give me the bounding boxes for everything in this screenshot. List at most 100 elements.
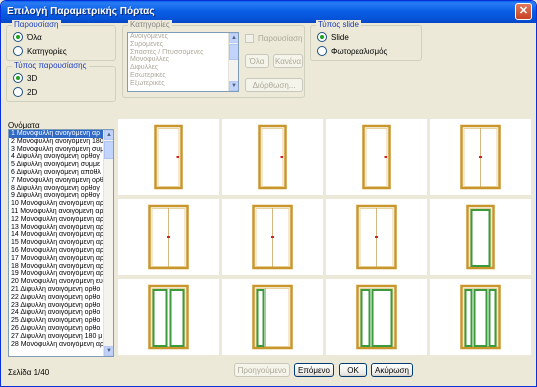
names-list-item[interactable]: 18 Μονόφυλλη ανοιγόμενη αρ (9, 263, 113, 271)
names-list-item[interactable]: 23 Δίφυλλη ανοιγόμενη ορθο (9, 302, 113, 310)
names-list-item[interactable]: 12 Μονόφυλλη ανοιγόμενη αρ (9, 216, 113, 224)
cancel-button[interactable]: Ακύρωση (371, 363, 413, 377)
categories-list[interactable]: Ανοιγόμενες Συρόμενες Σπαστές / Πτυσσόμενε… (127, 32, 239, 92)
slide-option-label: Φωτορεαλισμός (331, 46, 388, 56)
door-thumbnail-grid (118, 119, 532, 357)
names-list-item[interactable]: 11 Μονόφυλλη ανοιγόμενη αρ (9, 208, 113, 216)
door-thumbnail[interactable] (222, 279, 323, 355)
radio-selected-icon[interactable] (13, 32, 23, 42)
names-list-item[interactable]: 5 Δίφυλλη ανοιγόμενη συμμε (9, 161, 113, 169)
names-list-item[interactable]: 25 Δίφυλλη ανοιγόμενη ορθο (9, 317, 113, 325)
names-list-item[interactable]: 3 Μονόφυλλη ανοιγόμενη συμ (9, 146, 113, 154)
previous-button[interactable]: Προηγούμενο (234, 363, 290, 377)
door-thumbnail[interactable] (430, 199, 531, 275)
door-handle (375, 236, 378, 238)
door-thumbnail[interactable] (430, 279, 531, 355)
slide-radio-slide[interactable]: Slide (317, 32, 349, 42)
category-list-item[interactable]: Σπαστές / Πτυσσόμενες (128, 49, 238, 57)
category-list-item[interactable]: Εσωτερικές (128, 72, 238, 80)
radio-unselected-icon[interactable] (13, 46, 23, 56)
radio-unselected-icon[interactable] (13, 87, 23, 97)
display-group: Παρουσίαση Όλα Κατηγορίες (6, 20, 116, 61)
category-list-item[interactable]: Συρόμενες (128, 41, 238, 49)
slide-radio-photorealism[interactable]: Φωτορεαλισμός (317, 46, 387, 56)
door-thumbnail[interactable] (222, 119, 323, 195)
names-list-item[interactable]: 26 Δίφυλλη ανοιγόμενη ορθο (9, 325, 113, 333)
names-list-item[interactable]: 24 Δίφυλλη ανοιγόμενη ορθο (9, 309, 113, 317)
presentation-radio-3d[interactable]: 3D (13, 73, 37, 83)
names-list-item[interactable]: 28 Μονόφυλλη ανοιγόμενη αρ (9, 341, 113, 349)
names-scrollbar[interactable]: ▲ ▼ (103, 130, 113, 356)
radio-selected-icon[interactable] (317, 32, 327, 42)
door-handle (167, 236, 170, 238)
door-thumbnail[interactable] (430, 119, 531, 195)
display-radio-all[interactable]: Όλα (13, 32, 42, 42)
door-thumbnail[interactable] (118, 279, 219, 355)
names-list-item[interactable]: 7 Μονόφυλλη ανοιγόμενη ορθ (9, 177, 113, 185)
presentation-type-group: Τύπος παρουσίασης 3D 2D (6, 61, 116, 102)
scroll-up-icon[interactable]: ▲ (104, 130, 113, 140)
door-handle (271, 236, 274, 238)
presentation-option-label: 3D (27, 73, 38, 83)
ok-button[interactable]: ΟΚ (339, 363, 367, 377)
checkbox-icon[interactable] (245, 34, 254, 43)
names-list-item[interactable]: 16 Μονόφυλλη ανοιγόμενη αρ (9, 247, 113, 255)
door-thumbnail[interactable] (118, 199, 219, 275)
scroll-down-icon[interactable]: ▼ (104, 346, 113, 356)
category-list-item[interactable]: Μονόφυλλες (128, 56, 238, 64)
category-list-item[interactable]: Εξωτερικές (128, 80, 238, 88)
presentation-option-label: 2D (27, 87, 38, 97)
names-list-item[interactable]: 4 Δίφυλλη ανοιγόμενη ορθογ (9, 153, 113, 161)
close-icon[interactable]: ✕ (515, 3, 532, 20)
door-selection-dialog: Επιλογή Παραμετρικής Πόρτας ✕ Παρουσίαση… (0, 0, 537, 387)
names-list-item[interactable]: 14 Μονόφυλλη ανοιγόμενη αρ (9, 231, 113, 239)
door-handle (479, 156, 482, 158)
names-list-item[interactable]: 21 Δίφυλλη ανοιγόμενη ορθο (9, 286, 113, 294)
names-list[interactable]: 1 Μονόφυλλη ανοιγόμενη αρ 2 Μονόφυλλη ανο… (8, 129, 114, 357)
display-option-label: Κατηγορίες (27, 46, 67, 56)
names-list-item[interactable]: 10 Μονόφυλλη ανοιγόμενη αρ (9, 200, 113, 208)
names-list-item[interactable]: 20 Μονόφυλλη ανοιγόμενη ευ (9, 278, 113, 286)
next-button[interactable]: Επόμενο (294, 363, 334, 377)
door-handle (384, 156, 387, 158)
door-thumbnail[interactable] (326, 119, 427, 195)
door-thumbnail[interactable] (326, 279, 427, 355)
categories-display-checkbox[interactable]: Παρουσίαση (245, 34, 303, 43)
categories-edit-button[interactable]: Διόρθωση... (245, 78, 303, 92)
names-list-item[interactable]: 1 Μονόφυλλη ανοιγόμενη αρ (9, 130, 113, 138)
radio-selected-icon[interactable] (13, 73, 23, 83)
presentation-radio-2d[interactable]: 2D (13, 87, 37, 97)
names-list-item[interactable]: 27 Δίφυλλη ανοιγόμενη 180 μ (9, 333, 113, 341)
names-list-item[interactable]: 6 Δίφυλλη ανοιγόμενη απόθλ (9, 169, 113, 177)
category-list-item[interactable]: Ανοιγόμενες (128, 33, 238, 41)
names-list-item[interactable]: 15 Μονόφυλλη ανοιγόμενη αρ (9, 239, 113, 247)
door-thumbnail[interactable] (326, 199, 427, 275)
scroll-down-icon[interactable]: ▼ (229, 81, 238, 91)
names-list-item[interactable]: 17 Μονόφυλλη ανοιγόμενη αρ (9, 255, 113, 263)
door-thumbnail[interactable] (118, 119, 219, 195)
categories-legend: Κατηγορίες (128, 20, 172, 29)
door-handle (176, 156, 179, 158)
scroll-up-icon[interactable]: ▲ (229, 33, 238, 43)
category-list-item[interactable]: Δίφυλλες (128, 64, 238, 72)
window-title: Επιλογή Παραμετρικής Πόρτας (7, 6, 155, 17)
page-label: Σελίδα 1/40 (8, 368, 50, 377)
names-list-item[interactable]: 13 Μονόφυλλη ανοιγόμενη αρ (9, 224, 113, 232)
names-list-item[interactable]: 2 Μονόφυλλη ανοιγόμενη 180 (9, 138, 113, 146)
scroll-thumb[interactable] (104, 141, 113, 159)
title-bar[interactable]: Επιλογή Παραμετρικής Πόρτας ✕ (1, 1, 536, 23)
categories-all-button[interactable]: Όλα (245, 54, 269, 68)
display-legend: Παρουσίαση (12, 20, 61, 29)
display-radio-categories[interactable]: Κατηγορίες (13, 46, 67, 56)
radio-unselected-icon[interactable] (317, 46, 327, 56)
door-handle (280, 156, 283, 158)
names-list-item[interactable]: 9 Δίφυλλη ανοιγόμενη ορθογ (9, 192, 113, 200)
door-thumbnail[interactable] (222, 199, 323, 275)
categories-scrollbar[interactable]: ▲ ▼ (228, 33, 238, 91)
scroll-thumb[interactable] (229, 44, 238, 60)
door-frame (252, 284, 293, 350)
names-list-item[interactable]: 22 Δίφυλλη ανοιγόμενη ορθο (9, 294, 113, 302)
names-list-item[interactable]: 8 Δίφυλλη ανοιγόμενη ορθογ (9, 185, 113, 193)
names-list-item[interactable]: 19 Μονόφυλλη ανοιγόμενη αρ (9, 270, 113, 278)
categories-none-button[interactable]: Κανένα (273, 54, 303, 68)
